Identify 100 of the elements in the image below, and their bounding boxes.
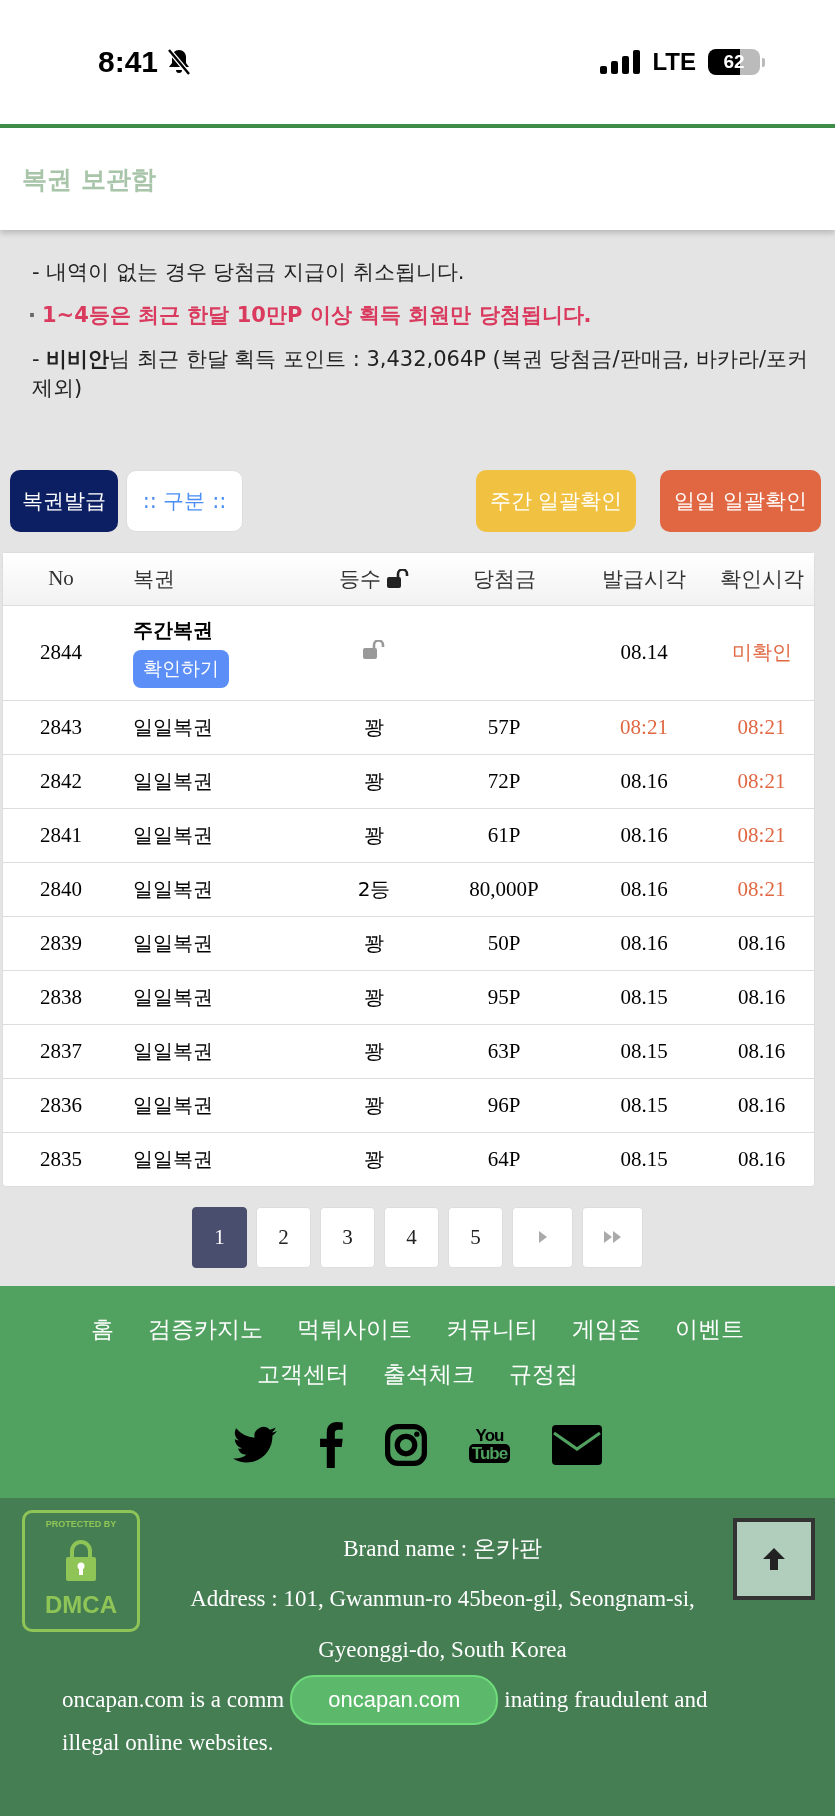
notice-text: - 비비안님 최근 한달 획득 포인트 : 3,432,064P (복권 당첨금/판매금, 바카라/포커 제외) [31, 345, 809, 403]
mail-icon[interactable] [552, 1424, 603, 1465]
dmca-badge[interactable]: PROTECTED BY DMCA [22, 1509, 140, 1632]
network-label: LTE [652, 48, 696, 76]
table-cell-text: 2842 [39, 768, 83, 794]
notice-text: - 내역이 없는 경우 당첨금 지급이 취소됩니다. [31, 259, 466, 286]
up-arrow-icon [761, 1545, 787, 1572]
table-cell-text: 96P [486, 1092, 522, 1118]
table-cell-text: 08.16 [736, 930, 787, 956]
table-cell-text: 08.16 [736, 984, 787, 1010]
table-cell-text: 08:21 [619, 714, 669, 740]
table-cell-text: 2843 [39, 714, 83, 740]
table-cell-text: 08.15 [619, 1146, 669, 1172]
page-button[interactable]: 1 [192, 1206, 247, 1268]
page-button[interactable]: 5 [448, 1206, 503, 1268]
browser-url-bar[interactable]: oncapan.com [290, 1675, 499, 1726]
table-cell-text: 08.16 [736, 1146, 787, 1172]
table-cell-text: 꽝 [363, 1037, 385, 1065]
back-to-top-button[interactable] [733, 1517, 815, 1600]
footer-link[interactable]: 홈 [91, 1313, 114, 1345]
padlock-icon [387, 568, 409, 589]
table-cell-text: 08.16 [736, 1092, 787, 1118]
table-cell-text: 08:21 [736, 822, 787, 848]
table-cell-text: 꽝 [363, 821, 385, 849]
table-cell-text: 08.16 [619, 876, 669, 902]
next-icon [536, 1229, 549, 1246]
table-cell-text: 08.15 [619, 1092, 669, 1118]
table-cell-text: 미확인 [730, 639, 793, 667]
table-cell-text: 50P [486, 930, 522, 956]
table-cell-text: 꽝 [363, 1091, 385, 1119]
footer-link[interactable]: 검증카지노 [148, 1313, 263, 1345]
table-cell-text: 2837 [39, 1038, 83, 1064]
category-dropdown[interactable]: :: 구분 :: [126, 469, 243, 532]
muted-bell-icon [166, 48, 193, 76]
table-cell-text: 63P [486, 1038, 522, 1064]
footer-link[interactable]: 고객센터 [257, 1358, 349, 1390]
table-cell-text: 08.16 [619, 822, 669, 848]
notice-text: · 1~4등은 최근 한달 10만P 이상 획득 회원만 당첨됩니다. [27, 302, 593, 330]
table-cell-text: 2841 [39, 822, 83, 848]
clock-time: 8:41 [98, 45, 159, 79]
bird-icon[interactable] [232, 1425, 277, 1464]
footer-link[interactable]: 커뮤니티 [446, 1313, 538, 1345]
table-cell-text: 2836 [39, 1092, 83, 1118]
table-cell-text: 2838 [39, 984, 83, 1010]
about-text: oncapan.com is a comm [62, 1685, 285, 1714]
table-cell-text: 꽝 [363, 983, 385, 1011]
last-page-icon [602, 1229, 623, 1246]
table-cell-text: 64P [486, 1146, 522, 1172]
column-header: 등수 [339, 565, 381, 593]
table-cell-text: 95P [486, 984, 522, 1010]
table-cell-text: 80,000P [468, 876, 540, 902]
footer-link[interactable]: 출석체크 [383, 1358, 475, 1390]
table-cell-text: 일일복권 [132, 821, 214, 849]
table-cell-text: 일일복권 [132, 1091, 214, 1119]
table-cell-text: 2등 [356, 875, 392, 903]
table-cell-text: 08.16 [619, 930, 669, 956]
table-cell-text: 일일복권 [132, 1145, 214, 1173]
weekly-confirm-button[interactable]: 주간 일괄확인 [475, 469, 637, 532]
column-header: 복권 [132, 565, 176, 593]
page-button[interactable]: 4 [384, 1206, 439, 1268]
facebook-icon[interactable] [318, 1421, 343, 1468]
issue-button[interactable]: 복권발급 [10, 469, 118, 532]
column-header: 당첨금 [471, 565, 537, 593]
table-cell-text: 꽝 [363, 713, 385, 741]
table-cell: 주간복권 [133, 617, 213, 645]
page-title: 복권 보관함 [22, 163, 156, 196]
about-text: illegal online websites. [62, 1729, 275, 1758]
table-cell-text: 일일복권 [132, 767, 214, 795]
table-cell-text: 61P [486, 822, 522, 848]
table-cell-text: 2840 [39, 876, 83, 902]
table-cell-text: 꽝 [363, 1145, 385, 1173]
table-cell-text: 일일복권 [132, 983, 214, 1011]
table-cell-text: 2844 [39, 640, 83, 666]
instagram-icon[interactable] [384, 1423, 427, 1466]
about-text: inating fraudulent and [504, 1685, 708, 1714]
table-cell-text: 꽝 [363, 767, 385, 795]
column-header: 발급시각 [601, 565, 687, 593]
table-cell-text: 일일복권 [132, 929, 214, 957]
footer-link[interactable]: 먹튀사이트 [297, 1313, 412, 1345]
table-cell-text: 08:21 [736, 714, 787, 740]
padlock-icon [363, 639, 385, 660]
table-cell-text: 08:21 [736, 876, 787, 902]
table-cell-text: 08.15 [619, 984, 669, 1010]
footer-link[interactable]: 이벤트 [675, 1313, 744, 1345]
table-cell-text: 일일복권 [132, 875, 214, 903]
table-cell-text: 08:21 [736, 768, 787, 794]
confirm-button[interactable]: 확인하기 [133, 650, 229, 689]
page-button[interactable]: 3 [320, 1206, 375, 1268]
brand-name: Brand name : 온카판 [342, 1534, 543, 1563]
daily-confirm-button[interactable]: 일일 일괄확인 [660, 469, 821, 532]
table-cell-text: 2835 [39, 1146, 83, 1172]
footer-link[interactable]: 규정집 [509, 1358, 578, 1390]
footer-link[interactable]: 게임존 [572, 1313, 641, 1345]
table-cell-text: 일일복권 [132, 713, 214, 741]
table-cell-text: 08.15 [619, 1038, 669, 1064]
table-cell-text: 08.16 [736, 1038, 787, 1064]
table-cell-text: 꽝 [363, 929, 385, 957]
column-header: 확인시각 [718, 565, 805, 593]
table-cell-text: 57P [486, 714, 522, 740]
page-button[interactable]: 2 [256, 1206, 311, 1268]
